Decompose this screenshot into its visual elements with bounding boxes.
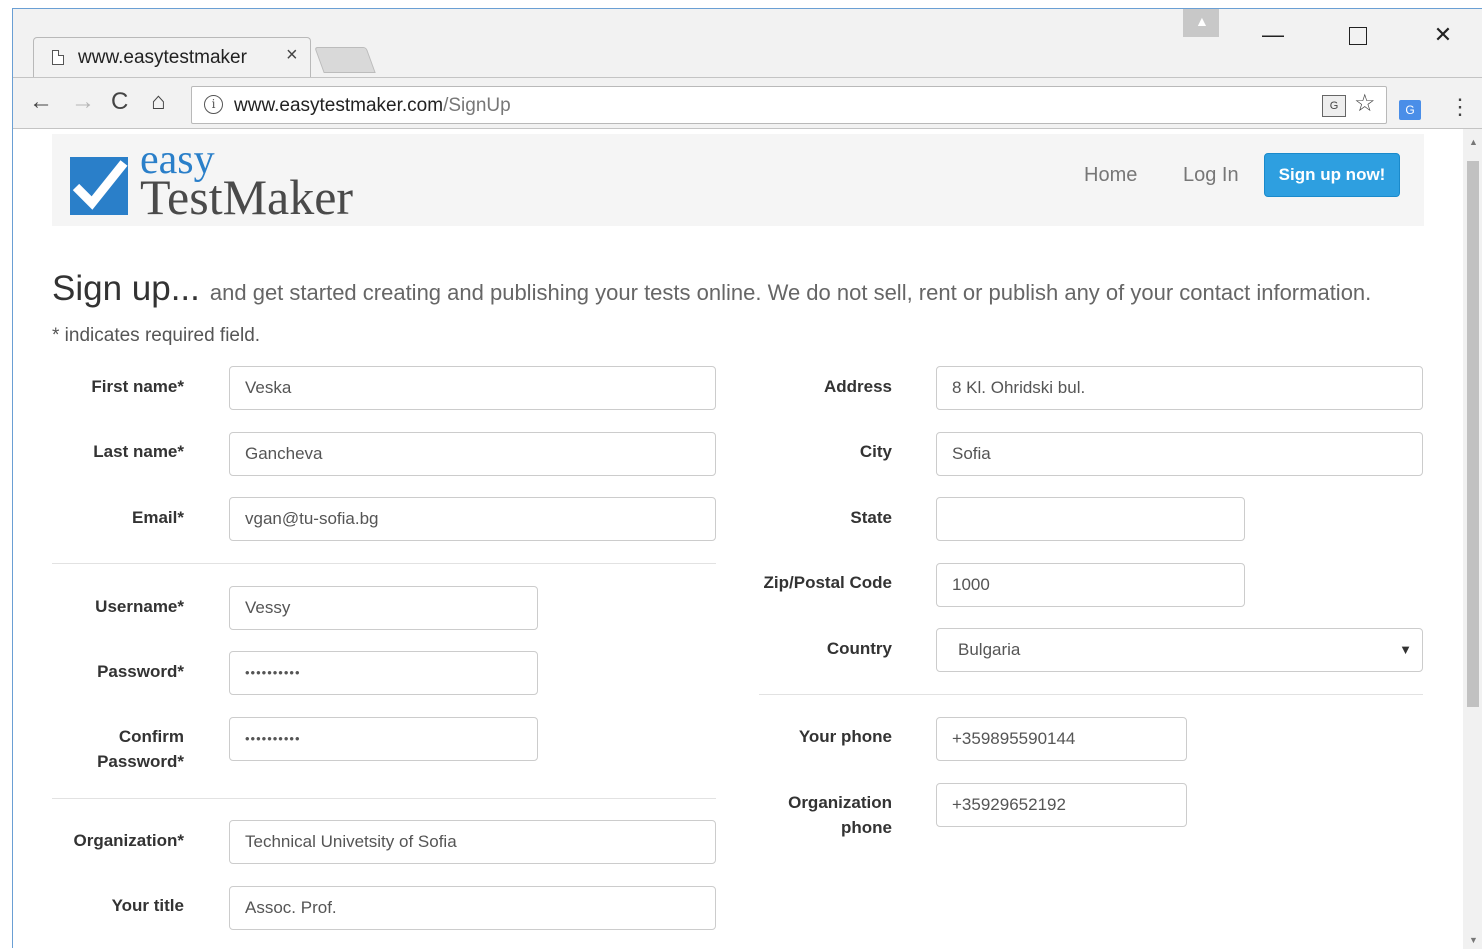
site-navbar: easy TestMaker Home Log In Sign up now! (52, 134, 1424, 226)
password-input[interactable]: •••••••••• (229, 651, 538, 695)
org-phone-label-line2: phone (841, 818, 892, 837)
tab-title: www.easytestmaker (78, 47, 247, 68)
page-icon (52, 50, 64, 65)
close-window-button[interactable]: ✕ (1413, 17, 1473, 53)
password-label: Password* (97, 662, 184, 681)
address-label: Address (823, 377, 892, 396)
translate-icon[interactable]: G (1322, 95, 1346, 117)
back-icon[interactable]: ← (29, 88, 53, 116)
state-label: State (850, 508, 892, 527)
first-name-input[interactable]: Veska (229, 366, 716, 410)
star-icon[interactable]: ☆ (1354, 89, 1376, 118)
divider (52, 563, 716, 564)
state-input[interactable] (936, 497, 1245, 541)
city-input[interactable]: Sofia (936, 432, 1423, 476)
page-title: Sign up... and get started creating and p… (52, 269, 1371, 309)
email-label: Email* (132, 508, 184, 527)
profile-button[interactable]: ▲ (1183, 9, 1219, 37)
url-text[interactable]: www.easytestmaker.com/SignUp (234, 95, 511, 117)
email-input[interactable]: vgan@tu-sofia.bg (229, 497, 716, 541)
address-input[interactable]: 8 Kl. Ohridski bul. (936, 366, 1423, 410)
tab-strip: www.easytestmaker × ▲ — ✕ (13, 9, 1482, 77)
last-name-label: Last name* (93, 442, 184, 461)
page-content: easy TestMaker Home Log In Sign up now! … (13, 129, 1463, 949)
signup-heading: Sign up... (52, 269, 200, 308)
country-selected-value: Bulgaria (958, 640, 1021, 659)
logo-testmaker-text[interactable]: TestMaker (140, 168, 353, 226)
confirm-password-label-line2: Password* (97, 752, 184, 771)
url-domain: www.easytestmaker.com (234, 95, 444, 116)
country-select[interactable]: Bulgaria ▼ (936, 628, 1423, 672)
confirm-password-label-line1: Confirm (118, 727, 184, 746)
org-phone-input[interactable]: +35929652192 (936, 783, 1187, 827)
confirm-password-input[interactable]: •••••••••• (229, 717, 538, 761)
person-icon: ▲ (1195, 13, 1209, 29)
your-title-input[interactable]: Assoc. Prof. (229, 886, 716, 930)
org-phone-label-line1: Organization (788, 793, 892, 812)
first-name-label: First name* (91, 377, 184, 396)
nav-home-link[interactable]: Home (1084, 164, 1137, 187)
new-tab-button[interactable] (314, 47, 376, 73)
forward-icon[interactable]: → (71, 88, 95, 116)
maximize-icon (1349, 27, 1367, 46)
browser-tab[interactable]: www.easytestmaker × (33, 37, 311, 77)
country-label: Country (826, 639, 892, 658)
username-label: Username* (95, 597, 184, 616)
url-path: /SignUp (443, 95, 511, 116)
nav-login-link[interactable]: Log In (1183, 164, 1239, 187)
organization-label: Organization* (73, 831, 184, 850)
browser-window: www.easytestmaker × ▲ — ✕ ← → C ⌂ i www.… (12, 8, 1482, 949)
scroll-thumb[interactable] (1467, 161, 1479, 707)
chevron-down-icon: ▼ (1399, 642, 1412, 657)
divider (52, 798, 716, 799)
required-note: * indicates required field. (52, 325, 261, 346)
signup-now-button[interactable]: Sign up now! (1264, 153, 1400, 197)
minimize-button[interactable]: — (1243, 17, 1303, 53)
your-title-label: Your title (111, 896, 184, 915)
zip-input[interactable]: 1000 (936, 563, 1245, 607)
menu-icon[interactable]: ⋮ (1449, 94, 1471, 120)
home-icon[interactable]: ⌂ (151, 88, 166, 116)
scroll-down-icon[interactable]: ▼ (1469, 935, 1478, 945)
browser-toolbar: ← → C ⌂ i www.easytestmaker.com/SignUp G… (13, 77, 1482, 129)
last-name-input[interactable]: Gancheva (229, 432, 716, 476)
address-bar[interactable]: i www.easytestmaker.com/SignUp G ☆ (191, 86, 1387, 124)
logo-check-icon[interactable] (70, 157, 128, 215)
your-phone-label: Your phone (798, 727, 892, 746)
scroll-up-icon[interactable]: ▲ (1469, 137, 1478, 147)
organization-input[interactable]: Technical Univetsity of Sofia (229, 820, 716, 864)
signup-subheading: and get started creating and publishing … (209, 280, 1372, 305)
username-input[interactable]: Vessy (229, 586, 538, 630)
maximize-button[interactable] (1328, 17, 1388, 53)
city-label: City (859, 442, 892, 461)
reload-icon[interactable]: C (111, 88, 128, 116)
your-phone-input[interactable]: +359895590144 (936, 717, 1187, 761)
google-translate-extension-icon[interactable]: G (1399, 100, 1421, 120)
zip-label: Zip/Postal Code (763, 573, 892, 592)
info-icon[interactable]: i (204, 95, 223, 114)
vertical-scrollbar[interactable]: ▲ ▼ (1463, 129, 1482, 949)
divider (759, 694, 1423, 695)
tab-close-icon[interactable]: × (286, 44, 298, 67)
